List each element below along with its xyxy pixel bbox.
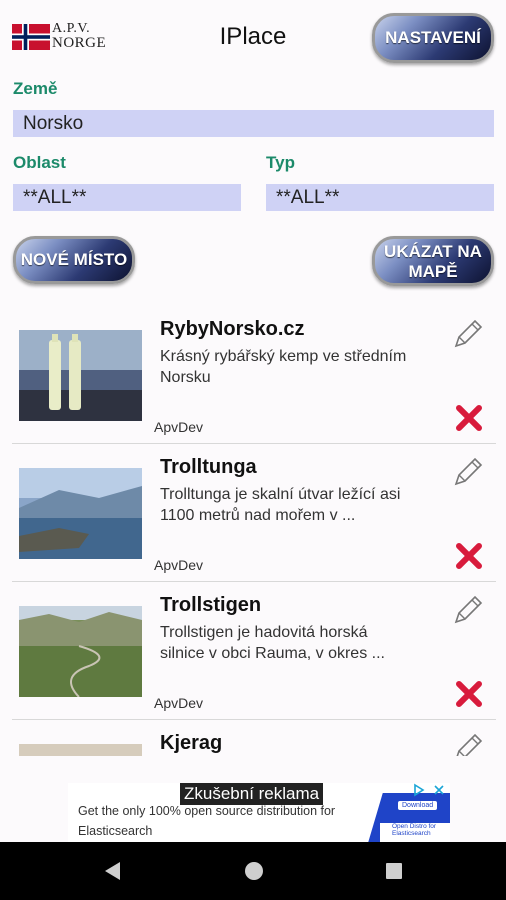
place-title: Trollstigen [160,594,262,616]
place-thumbnail [19,330,142,421]
ad-close-icon[interactable] [432,783,446,797]
ad-text: Get the only 100% open source distributi… [78,804,336,838]
place-thumbnail [19,606,142,697]
place-title: Trolltunga [160,456,257,478]
ad-download-button[interactable]: Download [398,801,438,810]
place-thumbnail [19,744,142,756]
back-icon[interactable] [102,860,124,882]
type-label: Typ [266,153,295,172]
system-nav-bar [0,842,506,900]
settings-button[interactable]: NASTAVENÍ [372,13,494,63]
list-item[interactable]: Trollstigen Trollstigen je hadovitá hors… [12,582,496,720]
place-title: RybyNorsko.cz [160,318,305,340]
recents-icon[interactable] [384,861,404,881]
pencil-icon[interactable] [450,454,486,490]
place-title: Kjerag [160,732,223,754]
pencil-icon[interactable] [450,592,486,628]
new-place-button[interactable]: NOVÉ MÍSTO [13,236,135,284]
region-label: Oblast [13,153,66,172]
place-description: Trollstigen je hadovitá horská silnice v… [160,624,385,662]
place-author: ApvDev [154,557,204,573]
pencil-icon[interactable] [450,730,486,756]
delete-icon[interactable] [454,403,484,433]
ad-choices-icon[interactable] [412,783,426,797]
ad-banner[interactable]: Get the only 100% open source distributi… [68,783,450,843]
country-label: Země [13,79,58,98]
delete-icon[interactable] [454,679,484,709]
place-description: Trolltunga je skalní útvar ležící asi 11… [160,486,401,524]
place-author: ApvDev [154,695,204,711]
place-thumbnail [19,468,142,559]
type-select[interactable]: **ALL** [266,184,494,211]
app-header: A.P.V. NORGE IPlace NASTAVENÍ [0,0,506,72]
home-icon[interactable] [243,860,265,882]
region-select[interactable]: **ALL** [13,184,241,211]
pencil-icon[interactable] [450,316,486,352]
place-author: ApvDev [154,419,204,435]
ad-brand: Open Distro for Elasticsearch [380,823,450,843]
delete-icon[interactable] [454,541,484,571]
test-ad-label: Zkušební reklama [180,783,324,805]
places-list: RybyNorsko.cz Krásný rybářský kemp ve st… [12,306,496,756]
place-description: Krásný rybářský kemp ve středním Norsku [160,348,407,386]
list-item[interactable]: RybyNorsko.cz Krásný rybářský kemp ve st… [12,306,496,444]
country-select[interactable]: Norsko [13,110,494,137]
list-item[interactable]: Kjerag [12,720,496,756]
show-on-map-button[interactable]: UKÁZAT NA MAPĚ [372,236,494,286]
list-item[interactable]: Trolltunga Trolltunga je skalní útvar le… [12,444,496,582]
